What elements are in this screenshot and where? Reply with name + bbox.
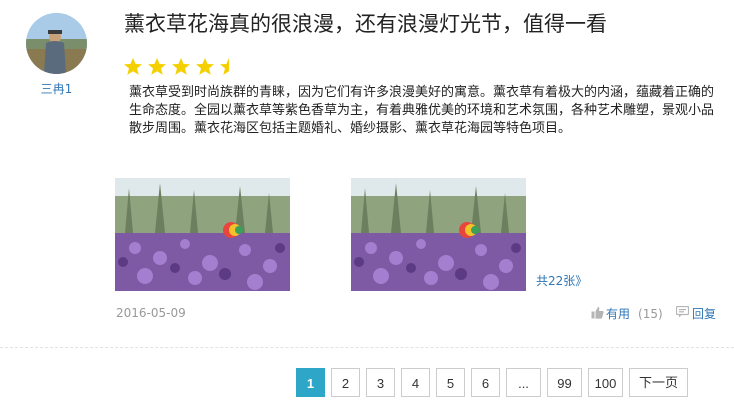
page-button[interactable]: 2 [331,368,360,397]
page-button[interactable]: 4 [401,368,430,397]
reply-button[interactable]: 回复 [675,305,717,322]
page-button[interactable]: 6 [471,368,500,397]
pagination-ellipsis: ... [506,368,541,397]
page-button[interactable]: 5 [436,368,465,397]
comment-icon [675,305,690,321]
useful-count: (15) [638,306,663,321]
review-title: 薰衣草花海真的很浪漫，还有浪漫灯光节，值得一看 [124,12,607,36]
photo-count-link[interactable]: 共22张》 [536,272,587,289]
page-button[interactable]: 3 [366,368,395,397]
reply-label: 回复 [692,307,717,321]
page-button[interactable]: 99 [547,368,582,397]
avatar[interactable] [26,13,87,74]
page-button[interactable]: 1 [296,368,325,397]
review-content: 薰衣草受到时尚族群的青睐，因为它们有许多浪漫美好的寓意。薰衣草有着极大的内涵，蕴… [129,85,715,136]
review-photo[interactable] [351,178,526,291]
divider [0,347,734,348]
star-full-icon [148,58,166,75]
review-photo[interactable] [115,178,290,291]
useful-label: 有用 [606,307,631,321]
page-button[interactable]: 100 [588,368,623,397]
next-page-button[interactable]: 下一页 [629,368,688,397]
thumbs-up-icon [591,306,604,322]
star-full-icon [124,58,142,75]
useful-button[interactable]: 有用 (15) [591,305,663,322]
star-full-icon [172,58,190,75]
star-half-icon [220,58,229,75]
username-link[interactable]: 三冉1 [26,80,87,97]
review-date: 2016-05-09 [116,306,186,320]
rating-stars [123,57,239,77]
pagination: 1 2 3 4 5 6... 99 100 下一页 [296,368,688,397]
star-full-icon [196,58,214,75]
